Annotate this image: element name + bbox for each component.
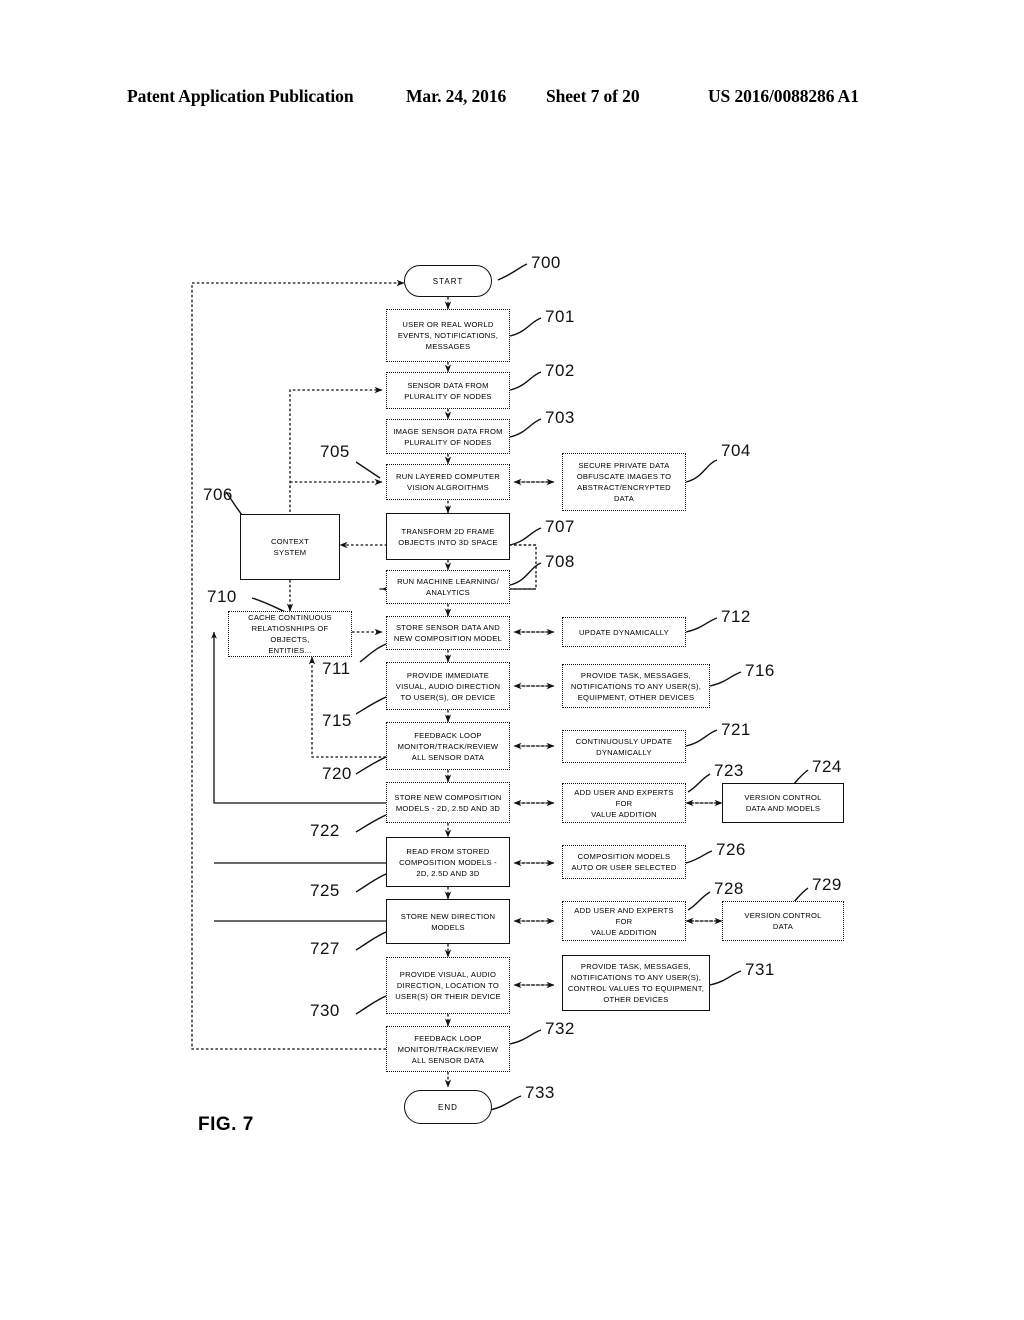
node-706-context-system[interactable]: CONTEXT SYSTEM (240, 514, 340, 580)
node-725-read-from-stored-composition-models[interactable]: READ FROM STORED COMPOSITION MODELS - 2D… (386, 837, 510, 887)
node-722-store-new-composition-models[interactable]: STORE NEW COMPOSITION MODELS - 2D, 2.5D … (386, 782, 510, 823)
ref-705: 705 (320, 442, 350, 461)
ref-721: 721 (721, 720, 751, 739)
node-720-feedback-loop-monitor[interactable]: FEEDBACK LOOP MONITOR/TRACK/REVIEW ALL S… (386, 722, 510, 770)
node-710-label: CACHE CONTINUOUS RELATIOSNHIPS OF OBJECT… (248, 613, 332, 655)
ref-720: 720 (322, 764, 352, 783)
patent-number: US 2016/0088286 A1 (708, 86, 859, 106)
node-end-label: END (438, 1102, 458, 1112)
node-731-provide-task-messages-control-values[interactable]: PROVIDE TASK, MESSAGES, NOTIFICATIONS TO… (562, 955, 710, 1011)
flowchart-connectors (191, 263, 809, 1111)
node-706-label: CONTEXT SYSTEM (270, 537, 310, 557)
node-716-provide-task-messages-notifications[interactable]: PROVIDE TASK, MESSAGES, NOTIFICATIONS TO… (562, 664, 710, 708)
node-731-label: PROVIDE TASK, MESSAGES, NOTIFICATIONS TO… (567, 962, 705, 1004)
node-727-store-new-direction-models[interactable]: STORE NEW DIRECTION MODELS (386, 899, 510, 944)
node-727-label: STORE NEW DIRECTION MODELS (400, 911, 496, 932)
node-711-store-sensor-data-composition-model[interactable]: STORE SENSOR DATA AND NEW COMPOSITION MO… (386, 616, 510, 650)
ref-704: 704 (721, 441, 751, 460)
node-701-label: USER OR REAL WORLD EVENTS, NOTIFICATIONS… (397, 320, 499, 351)
figure-label: FIG. 7 (198, 1114, 254, 1135)
ref-728: 728 (714, 879, 744, 898)
node-716-label: PROVIDE TASK, MESSAGES, NOTIFICATIONS TO… (570, 670, 702, 702)
ref-700: 700 (531, 253, 561, 272)
node-715-label: PROVIDE IMMEDIATE VISUAL, AUDIO DIRECTIO… (395, 670, 501, 702)
node-723-add-user-experts-value-addition[interactable]: ADD USER AND EXPERTS FOR VALUE ADDITION (562, 783, 686, 823)
ref-724: 724 (812, 757, 842, 776)
node-start[interactable]: START (404, 265, 492, 297)
node-720-label: FEEDBACK LOOP MONITOR/TRACK/REVIEW ALL S… (397, 730, 499, 762)
ref-702: 702 (545, 361, 575, 380)
node-728-add-user-experts-value-addition[interactable]: ADD USER AND EXPERTS FOR VALUE ADDITION (562, 901, 686, 941)
node-729-label: VERSION CONTROL DATA (744, 911, 822, 931)
node-725-label: READ FROM STORED COMPOSITION MODELS - 2D… (399, 846, 497, 878)
page-header: Patent Application Publication Mar. 24, … (0, 86, 1024, 112)
node-705-label: RUN LAYERED COMPUTER VISION ALGROITHMS (395, 472, 500, 492)
node-722-label: STORE NEW COMPOSITION MODELS - 2D, 2.5D … (394, 792, 502, 813)
node-712-update-dynamically[interactable]: UPDATE DYNAMICALLY (562, 617, 686, 647)
node-724-version-control-data-and-models[interactable]: VERSION CONTROL DATA AND MODELS (722, 783, 844, 823)
node-708-label: RUN MACHINE LEARNING/ ANALYTICS (397, 577, 499, 597)
node-702-sensor-data[interactable]: SENSOR DATA FROM PLURALITY OF NODES (386, 372, 510, 409)
node-701-user-real-world-events[interactable]: USER OR REAL WORLD EVENTS, NOTIFICATIONS… (386, 309, 510, 362)
node-730-label: PROVIDE VISUAL, AUDIO DIRECTION, LOCATIO… (395, 970, 501, 1001)
node-732-label: FEEDBACK LOOP MONITOR/TRACK/REVIEW ALL S… (397, 1033, 499, 1065)
ref-707: 707 (545, 517, 575, 536)
node-729-version-control-data[interactable]: VERSION CONTROL DATA (722, 901, 844, 941)
node-704-label: SECURE PRIVATE DATA OBFUSCATE IMAGES TO … (576, 461, 672, 503)
node-703-label: IMAGE SENSOR DATA FROM PLURALITY OF NODE… (393, 426, 503, 447)
ref-729: 729 (812, 875, 842, 894)
ref-731: 731 (745, 960, 775, 979)
node-723-label: ADD USER AND EXPERTS FOR VALUE ADDITION (574, 787, 674, 819)
node-721-label: CONTINUOUSLY UPDATE DYNAMICALLY (575, 736, 673, 757)
ref-708: 708 (545, 552, 575, 571)
node-726-composition-models-auto-or-user-selected[interactable]: COMPOSITION MODELS AUTO OR USER SELECTED (562, 845, 686, 879)
node-726-label: COMPOSITION MODELS AUTO OR USER SELECTED (571, 852, 677, 872)
node-715-provide-immediate-direction[interactable]: PROVIDE IMMEDIATE VISUAL, AUDIO DIRECTIO… (386, 662, 510, 710)
ref-730: 730 (310, 1001, 340, 1020)
node-712-label: UPDATE DYNAMICALLY (579, 627, 669, 637)
ref-733: 733 (525, 1083, 555, 1102)
node-724-label: VERSION CONTROL DATA AND MODELS (744, 793, 822, 813)
sheet-number: Sheet 7 of 20 (546, 86, 640, 106)
node-707-label: TRANSFORM 2D FRAME OBJECTS INTO 3D SPACE (398, 526, 498, 547)
node-705-run-layered-computer-vision[interactable]: RUN LAYERED COMPUTER VISION ALGROITHMS (386, 464, 510, 500)
node-728-label: ADD USER AND EXPERTS FOR VALUE ADDITION (574, 905, 674, 937)
ref-710: 710 (207, 587, 237, 606)
node-711-label: STORE SENSOR DATA AND NEW COMPOSITION MO… (393, 623, 503, 643)
node-start-label: START (432, 276, 464, 286)
ref-732: 732 (545, 1019, 575, 1038)
ref-712: 712 (721, 607, 751, 626)
ref-716: 716 (745, 661, 775, 680)
ref-725: 725 (310, 881, 340, 900)
ref-711: 711 (322, 659, 351, 678)
node-704-secure-private-data[interactable]: SECURE PRIVATE DATA OBFUSCATE IMAGES TO … (562, 453, 686, 511)
publication-label: Patent Application Publication (127, 86, 354, 106)
ref-706: 706 (203, 485, 233, 504)
ref-726: 726 (716, 840, 746, 859)
ref-727: 727 (310, 939, 340, 958)
ref-701: 701 (545, 307, 575, 326)
ref-703: 703 (545, 408, 575, 427)
ref-723: 723 (714, 761, 744, 780)
publication-date: Mar. 24, 2016 (406, 86, 507, 106)
node-721-continuously-update-dynamically[interactable]: CONTINUOUSLY UPDATE DYNAMICALLY (562, 730, 686, 763)
node-732-feedback-loop-monitor[interactable]: FEEDBACK LOOP MONITOR/TRACK/REVIEW ALL S… (386, 1026, 510, 1072)
node-708-run-machine-learning[interactable]: RUN MACHINE LEARNING/ ANALYTICS (386, 570, 510, 604)
node-710-cache-continuous-relationships[interactable]: CACHE CONTINUOUS RELATIOSNHIPS OF OBJECT… (228, 611, 352, 657)
ref-715: 715 (322, 711, 352, 730)
node-end[interactable]: END (404, 1090, 492, 1124)
node-702-label: SENSOR DATA FROM PLURALITY OF NODES (404, 380, 492, 401)
ref-722: 722 (310, 821, 340, 840)
node-730-provide-visual-audio-direction-location[interactable]: PROVIDE VISUAL, AUDIO DIRECTION, LOCATIO… (386, 957, 510, 1014)
node-707-transform-2d-to-3d[interactable]: TRANSFORM 2D FRAME OBJECTS INTO 3D SPACE (386, 513, 510, 560)
node-703-image-sensor-data[interactable]: IMAGE SENSOR DATA FROM PLURALITY OF NODE… (386, 419, 510, 454)
